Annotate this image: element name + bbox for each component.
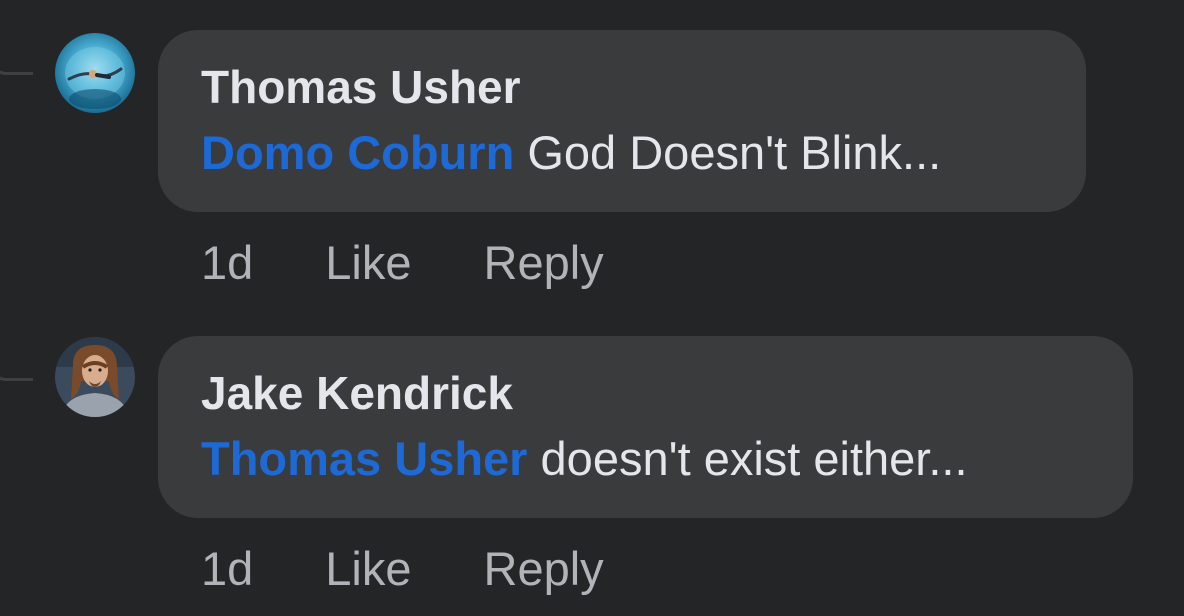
avatar-image	[55, 337, 135, 417]
reply-button[interactable]: Reply	[484, 541, 604, 596]
mention-link[interactable]: Thomas Usher	[201, 432, 527, 485]
timestamp[interactable]: 1d	[201, 541, 253, 596]
avatar[interactable]	[55, 337, 135, 417]
comment-author[interactable]: Jake Kendrick	[201, 364, 1091, 422]
comment-text: Thomas Usher doesn't exist either...	[201, 428, 1091, 490]
comment-actions: 1d Like Reply	[201, 538, 604, 598]
thread-connector	[0, 358, 33, 381]
comment-bubble: Jake Kendrick Thomas Usher doesn't exist…	[158, 336, 1133, 518]
like-button[interactable]: Like	[325, 541, 411, 596]
comment-body: doesn't exist either...	[527, 432, 968, 485]
comment-jake-kendrick: Jake Kendrick Thomas Usher doesn't exist…	[0, 0, 1184, 616]
